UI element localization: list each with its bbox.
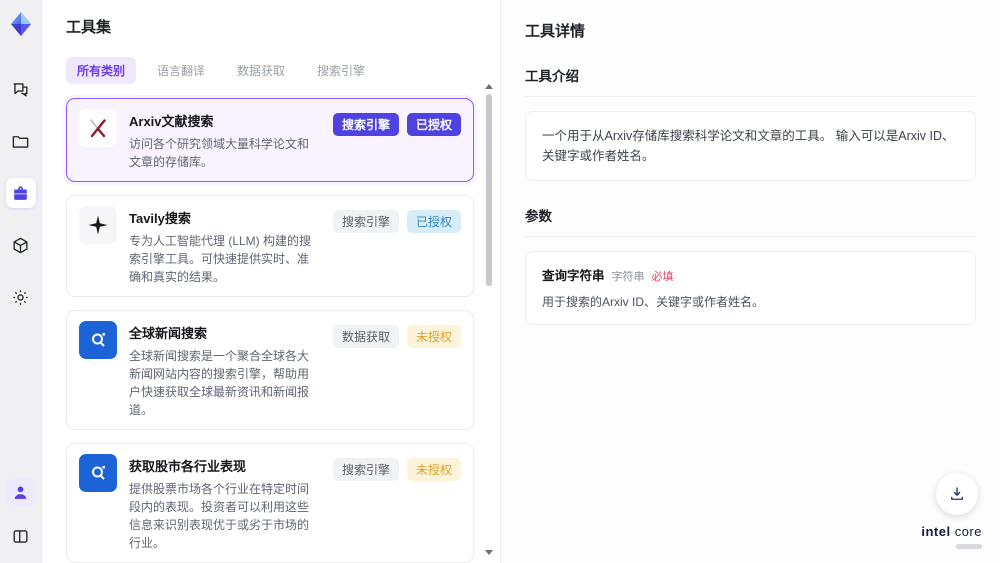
intel-core-sub-badge (956, 544, 982, 549)
download-icon (951, 487, 963, 500)
details-title: 工具详情 (525, 23, 586, 40)
tab-language-translation[interactable]: 语言翻译 (146, 57, 216, 84)
scroll-down-arrow[interactable] (485, 550, 493, 555)
list-scrollbar[interactable] (484, 84, 494, 555)
tool-title: Arxiv文献搜索 (129, 114, 214, 129)
tool-card-global-news[interactable]: 全球新闻搜索 全球新闻搜索是一个聚合全球各大新闻网站内容的搜索引擎，帮助用户快速… (66, 310, 474, 430)
tool-description: 全球新闻搜索是一个聚合全球各大新闻网站内容的搜索引擎，帮助用户快速获取全球最新资… (129, 349, 310, 417)
tool-details-panel: 工具详情 工具介绍 一个用于从Arxiv存储库搜索科学论文和文章的工具。 输入可… (500, 0, 1000, 563)
intel-brand-text: intel (921, 524, 951, 539)
tool-card-sector-performance[interactable]: 获取股市各行业表现 提供股票市场各个行业在特定时间段内的表现。投资者可以利用这些… (66, 443, 474, 563)
tool-title: 全球新闻搜索 (129, 326, 208, 341)
tavily-star-icon (79, 206, 117, 244)
tool-card-arxiv[interactable]: Arxiv文献搜索 访问各个研究领域大量科学论文和文章的存储库。 搜索引擎 已授… (66, 98, 474, 182)
parameter-required-flag: 必填 (651, 271, 674, 283)
tab-data-fetching[interactable]: 数据获取 (226, 57, 296, 84)
panel-toggle-button[interactable] (6, 521, 36, 551)
panel-toggle-icon (13, 529, 28, 543)
auth-status-badge: 未授权 (406, 325, 461, 348)
category-badge: 数据获取 (332, 325, 399, 348)
arxiv-logo-icon (79, 109, 117, 147)
tool-title: Tavily搜索 (129, 211, 191, 226)
intro-section-heading: 工具介绍 (525, 65, 976, 97)
models-nav-button[interactable] (6, 230, 36, 260)
auth-status-badge: 已授权 (406, 113, 461, 136)
category-tabs: 所有类别 语言翻译 数据获取 搜索引擎 (66, 57, 490, 84)
parameter-card: 查询字符串 字符串 必填 用于搜索的Arxiv ID、关键字或作者姓名。 (525, 251, 976, 325)
cube-icon (13, 237, 28, 253)
toolbox-icon (14, 185, 27, 200)
core-brand-text: core (950, 524, 982, 539)
auth-status-badge: 已授权 (406, 210, 461, 233)
user-icon (14, 485, 27, 499)
tool-description: 提供股票市场各个行业在特定时间段内的表现。投资者可以利用这些信息来识别表现优于或… (129, 482, 310, 550)
tab-all-categories[interactable]: 所有类别 (66, 57, 137, 84)
tool-description: 专为人工智能代理 (LLM) 构建的搜索引擎工具。可快速提供实时、准确和真实的结… (129, 234, 312, 284)
tool-card-tavily[interactable]: Tavily搜索 专为人工智能代理 (LLM) 构建的搜索引擎工具。可快速提供实… (66, 195, 474, 297)
gear-icon (13, 289, 28, 305)
parameter-type: 字符串 (611, 271, 645, 283)
folder-icon (12, 135, 29, 148)
category-badge: 搜索引擎 (332, 113, 399, 136)
left-rail (0, 0, 42, 563)
app-window: 工具集 所有类别 语言翻译 数据获取 搜索引擎 Arxiv文献搜索 访问各个研究… (0, 0, 1000, 563)
parameter-name: 查询字符串 (542, 269, 605, 283)
news-search-app-icon (79, 321, 117, 359)
files-nav-button[interactable] (6, 126, 36, 156)
tool-list-panel: 工具集 所有类别 语言翻译 数据获取 搜索引擎 Arxiv文献搜索 访问各个研究… (42, 0, 500, 563)
tool-intro-text: 一个用于从Arxiv存储库搜索科学论文和文章的工具。 输入可以是Arxiv ID… (525, 111, 976, 181)
tool-list: Arxiv文献搜索 访问各个研究领域大量科学论文和文章的存储库。 搜索引擎 已授… (66, 98, 490, 563)
chat-nav-button[interactable] (6, 74, 36, 104)
tab-search-engine[interactable]: 搜索引擎 (306, 57, 376, 84)
parameter-description: 用于搜索的Arxiv ID、关键字或作者姓名。 (542, 295, 765, 309)
tools-nav-button[interactable] (5, 178, 36, 208)
scroll-up-arrow[interactable] (485, 84, 493, 89)
page-title: 工具集 (66, 19, 112, 36)
settings-nav-button[interactable] (6, 282, 36, 312)
download-button[interactable] (936, 473, 978, 515)
category-badge: 搜索引擎 (332, 210, 399, 233)
tool-title: 获取股市各行业表现 (129, 459, 247, 474)
intel-core-logo: intel core (921, 523, 982, 549)
auth-status-badge: 未授权 (406, 458, 461, 481)
account-button[interactable] (5, 477, 36, 507)
params-section-heading: 参数 (525, 205, 976, 237)
chat-icon (13, 82, 28, 97)
scrollbar-thumb[interactable] (486, 94, 492, 286)
category-badge: 搜索引擎 (332, 458, 399, 481)
news-search-app-icon (79, 454, 117, 492)
tool-description: 访问各个研究领域大量科学论文和文章的存储库。 (129, 137, 310, 169)
app-logo (10, 12, 31, 36)
